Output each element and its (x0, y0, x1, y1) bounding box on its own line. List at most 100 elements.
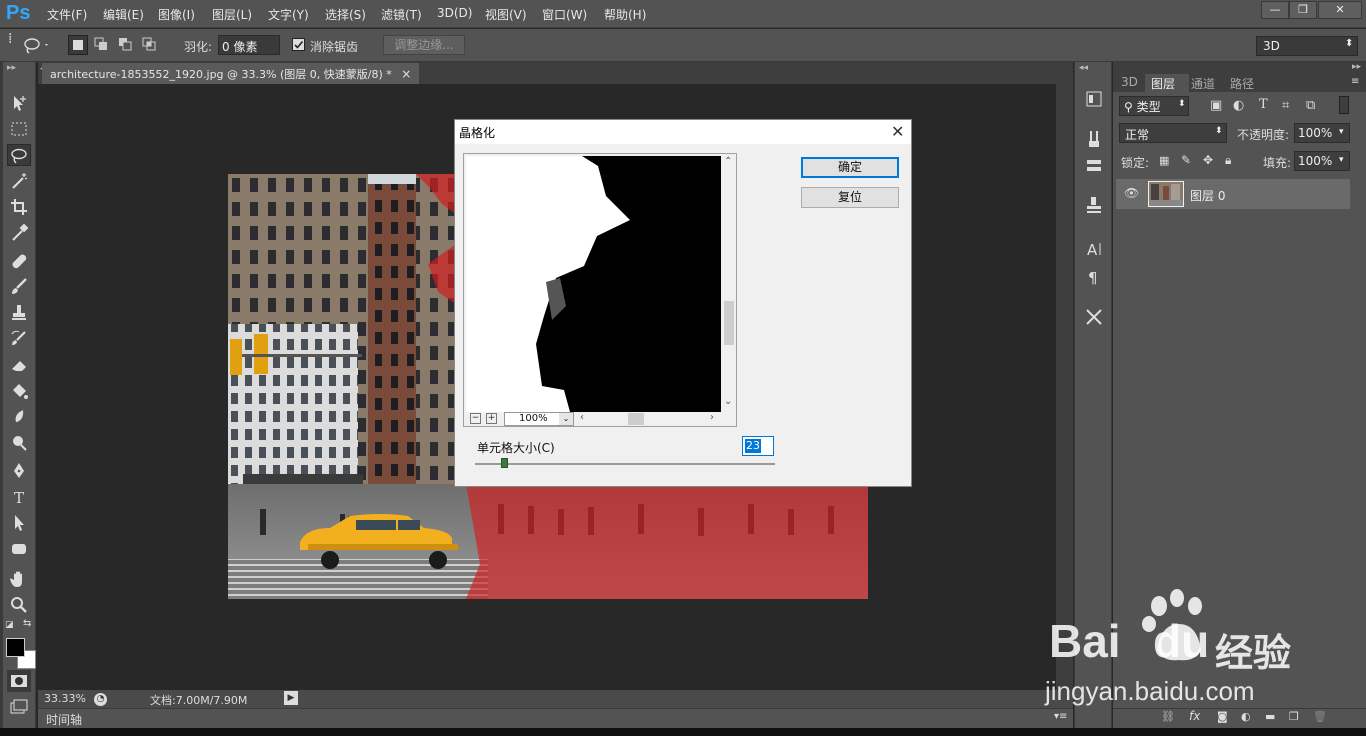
quick-mask-icon[interactable] (7, 670, 31, 692)
zoom-tool-icon[interactable] (7, 594, 31, 616)
menu-layer[interactable]: 图层(L) (212, 6, 252, 23)
history-icon[interactable] (1083, 88, 1105, 110)
menu-window[interactable]: 窗口(W) (542, 6, 587, 23)
preview-zoom-select[interactable]: 100% ⌄ (504, 412, 574, 426)
restore-button[interactable]: ❐ (1289, 1, 1317, 19)
path-selection-icon[interactable] (7, 512, 31, 534)
lasso-preset-icon[interactable] (22, 36, 50, 54)
cell-size-slider-track[interactable] (475, 463, 775, 465)
smart-object-filter-icon[interactable]: ⧉ (1306, 98, 1315, 113)
character-panel-icon[interactable]: A (1083, 238, 1105, 260)
healing-brush-icon[interactable] (7, 250, 31, 272)
new-group-icon[interactable]: ▬ (1265, 710, 1275, 723)
menu-view[interactable]: 视图(V) (485, 6, 527, 23)
blend-mode-select[interactable]: 正常 ⬍ (1119, 123, 1227, 143)
fx-icon[interactable]: fx (1189, 709, 1200, 723)
menu-filter[interactable]: 滤镜(T) (381, 6, 422, 23)
magic-wand-icon[interactable] (7, 170, 31, 192)
history-brush-icon[interactable] (7, 328, 31, 350)
type-tool-icon[interactable]: T (7, 486, 31, 508)
reset-button[interactable]: 复位 (801, 187, 899, 208)
adjustment-layer-icon[interactable]: ◐ (1241, 710, 1251, 723)
paint-bucket-icon[interactable] (7, 380, 31, 402)
menu-select[interactable]: 选择(S) (325, 6, 366, 23)
marquee-tool-icon[interactable] (7, 118, 31, 140)
menu-help[interactable]: 帮助(H) (604, 6, 646, 23)
eraser-icon[interactable] (7, 354, 31, 376)
blur-tool-icon[interactable] (7, 406, 31, 428)
shape-tool-icon[interactable] (7, 538, 31, 560)
add-to-selection-icon[interactable] (92, 35, 112, 55)
menu-image[interactable]: 图像(I) (158, 6, 195, 23)
tool-presets-icon[interactable] (1083, 194, 1105, 216)
filter-toggle-switch[interactable] (1339, 96, 1349, 114)
panel-menu-icon[interactable]: ▾≡ (1054, 711, 1067, 722)
feather-input[interactable]: 0 像素 (218, 35, 280, 55)
collapse-arrows-icon[interactable]: ▸▸ (7, 63, 16, 73)
properties-tools-icon[interactable] (1083, 306, 1105, 328)
brush-preset-icon[interactable] (1083, 128, 1105, 150)
lock-transparent-icon[interactable]: ▦ (1159, 154, 1169, 167)
adjustment-filter-icon[interactable]: ◐ (1233, 98, 1244, 113)
pen-tool-icon[interactable] (7, 460, 31, 482)
status-menu-arrow-icon[interactable]: ▶ (284, 691, 298, 705)
chevron-down-icon[interactable]: ⌄ (724, 396, 732, 407)
preview-vertical-scrollbar[interactable]: ⌃ ⌄ (722, 156, 736, 412)
layer-row[interactable]: 👁︎ 图层 0 (1116, 179, 1350, 209)
tab-3d[interactable]: 3D (1121, 75, 1138, 89)
chevron-right-icon[interactable]: › (710, 412, 714, 423)
collapse-arrows-icon[interactable]: ▸▸ (1352, 62, 1361, 72)
share-icon[interactable]: ◔ (94, 693, 107, 706)
timeline-tab[interactable]: 时间轴 (46, 711, 82, 728)
screen-mode-icon[interactable] (7, 696, 31, 718)
hscroll-thumb[interactable] (628, 413, 644, 425)
zoom-in-icon[interactable]: + (486, 413, 497, 424)
cell-size-input[interactable]: 23 (742, 436, 774, 456)
minimize-button[interactable]: — (1261, 1, 1289, 19)
move-tool-icon[interactable] (7, 92, 31, 114)
chevron-up-icon[interactable]: ⌃ (724, 156, 732, 167)
ok-button[interactable]: 确定 (801, 157, 899, 178)
scroll-thumb[interactable] (724, 301, 734, 345)
collapse-arrows-icon[interactable]: ◂◂ (1079, 63, 1088, 73)
dialog-titlebar[interactable]: 晶格化 ✕ (455, 120, 911, 144)
brush-tool-icon[interactable] (7, 276, 31, 298)
add-mask-icon[interactable]: ◙ (1217, 710, 1228, 723)
menu-type[interactable]: 文字(Y) (268, 6, 309, 23)
shape-filter-icon[interactable]: ⌗ (1282, 98, 1289, 113)
eyedropper-icon[interactable] (7, 222, 31, 244)
crop-tool-icon[interactable] (7, 196, 31, 218)
subtract-from-selection-icon[interactable] (116, 35, 136, 55)
lock-all-icon[interactable]: 🔒︎ (1225, 153, 1231, 168)
link-layers-icon[interactable]: ⛓ (1161, 710, 1175, 723)
clone-stamp-icon[interactable] (7, 302, 31, 324)
layer-name[interactable]: 图层 0 (1190, 187, 1225, 204)
fill-input[interactable]: 100% ▾ (1294, 151, 1350, 171)
refine-edge-button[interactable]: 调整边缘... (383, 35, 465, 55)
paragraph-panel-icon[interactable]: ¶ (1083, 266, 1105, 288)
intersect-selection-icon[interactable] (140, 35, 160, 55)
cell-size-slider-thumb[interactable] (501, 458, 508, 468)
dodge-tool-icon[interactable] (7, 432, 31, 454)
eye-icon[interactable]: 👁︎ (1124, 186, 1139, 200)
new-layer-icon[interactable]: ❐ (1289, 710, 1299, 723)
lock-position-icon[interactable]: ✥ (1203, 153, 1213, 167)
menu-edit[interactable]: 编辑(E) (103, 6, 144, 23)
tab-paths[interactable]: 路径 (1230, 75, 1254, 92)
clone-source-icon[interactable] (1083, 154, 1105, 176)
hand-tool-icon[interactable] (7, 568, 31, 590)
type-filter-icon[interactable]: T (1259, 97, 1268, 112)
opacity-input[interactable]: 100% ▾ (1294, 123, 1350, 143)
tab-close-icon[interactable]: × (401, 67, 411, 81)
menu-file[interactable]: 文件(F) (47, 6, 87, 23)
tab-channels[interactable]: 通道 (1191, 75, 1215, 92)
chevron-left-icon[interactable]: ‹ (580, 412, 584, 423)
workspace-select[interactable]: 3D ⬍ (1256, 36, 1358, 56)
delete-layer-icon[interactable]: 🗑︎ (1313, 710, 1327, 723)
preview-image[interactable] (466, 156, 721, 412)
zoom-out-icon[interactable]: − (470, 413, 481, 424)
swap-colors-icon[interactable]: ⇆ (23, 618, 31, 629)
default-colors-icon[interactable]: ◪ (5, 620, 14, 630)
new-selection-icon[interactable] (68, 35, 88, 55)
foreground-color-swatch[interactable] (6, 638, 25, 657)
